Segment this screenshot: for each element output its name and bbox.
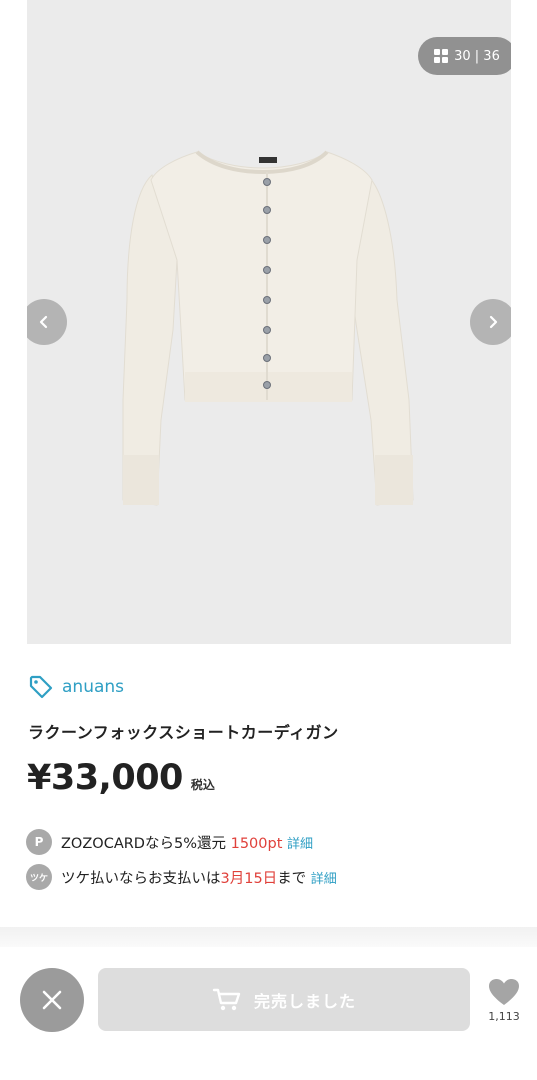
chevron-right-icon — [489, 315, 498, 329]
sold-out-label: 完売しました — [253, 991, 356, 1011]
tsuke-text-after: まで — [277, 870, 307, 887]
price-row: ¥33,000 税込 — [27, 758, 215, 798]
sold-out-button[interactable]: 完売しました — [98, 968, 470, 1031]
image-counter-text: 30 | 36 — [454, 48, 500, 64]
brand-name[interactable]: anuans — [62, 677, 124, 697]
chevron-left-icon — [39, 315, 48, 329]
brand-link[interactable]: anuans — [28, 674, 124, 700]
zozocard-detail-link[interactable]: 詳細 — [287, 837, 313, 852]
product-image — [122, 150, 414, 506]
heart-icon — [489, 979, 519, 1005]
point-badge-icon: P — [26, 829, 52, 855]
favorite-count: 1,113 — [488, 1010, 520, 1023]
tag-icon — [29, 675, 53, 699]
zozocard-text: ZOZOCARDなら5%還元 — [61, 835, 226, 852]
tsuke-detail-link[interactable]: 詳細 — [311, 872, 337, 887]
tax-label: 税込 — [190, 778, 215, 792]
close-button[interactable] — [20, 968, 84, 1032]
next-image-button[interactable] — [470, 299, 511, 345]
tsuke-payment-row: ツケ ツケ払いならお支払いは3月15日まで 詳細 — [26, 864, 337, 890]
close-icon — [42, 990, 62, 1010]
product-image-gallery[interactable]: 30 | 36 — [27, 0, 511, 644]
section-divider — [0, 927, 537, 947]
favorite-button[interactable]: 1,113 — [484, 977, 524, 1023]
point-amount: 1500pt — [230, 835, 283, 852]
tsuke-badge-icon: ツケ — [26, 864, 52, 890]
product-price: ¥33,000 — [27, 758, 183, 798]
grid-icon — [434, 49, 449, 63]
zozocard-point-row: P ZOZOCARDなら5%還元 1500pt 詳細 — [26, 829, 313, 855]
bottom-action-bar: 完売しました 1,113 — [0, 947, 537, 1080]
tsuke-text: ツケ払いならお支払いは — [61, 870, 221, 887]
image-counter[interactable]: 30 | 36 — [418, 37, 511, 75]
tsuke-date: 3月15日 — [220, 870, 278, 887]
product-title: ラクーンフォックスショートカーディガン — [28, 723, 339, 742]
cart-icon — [212, 988, 241, 1010]
